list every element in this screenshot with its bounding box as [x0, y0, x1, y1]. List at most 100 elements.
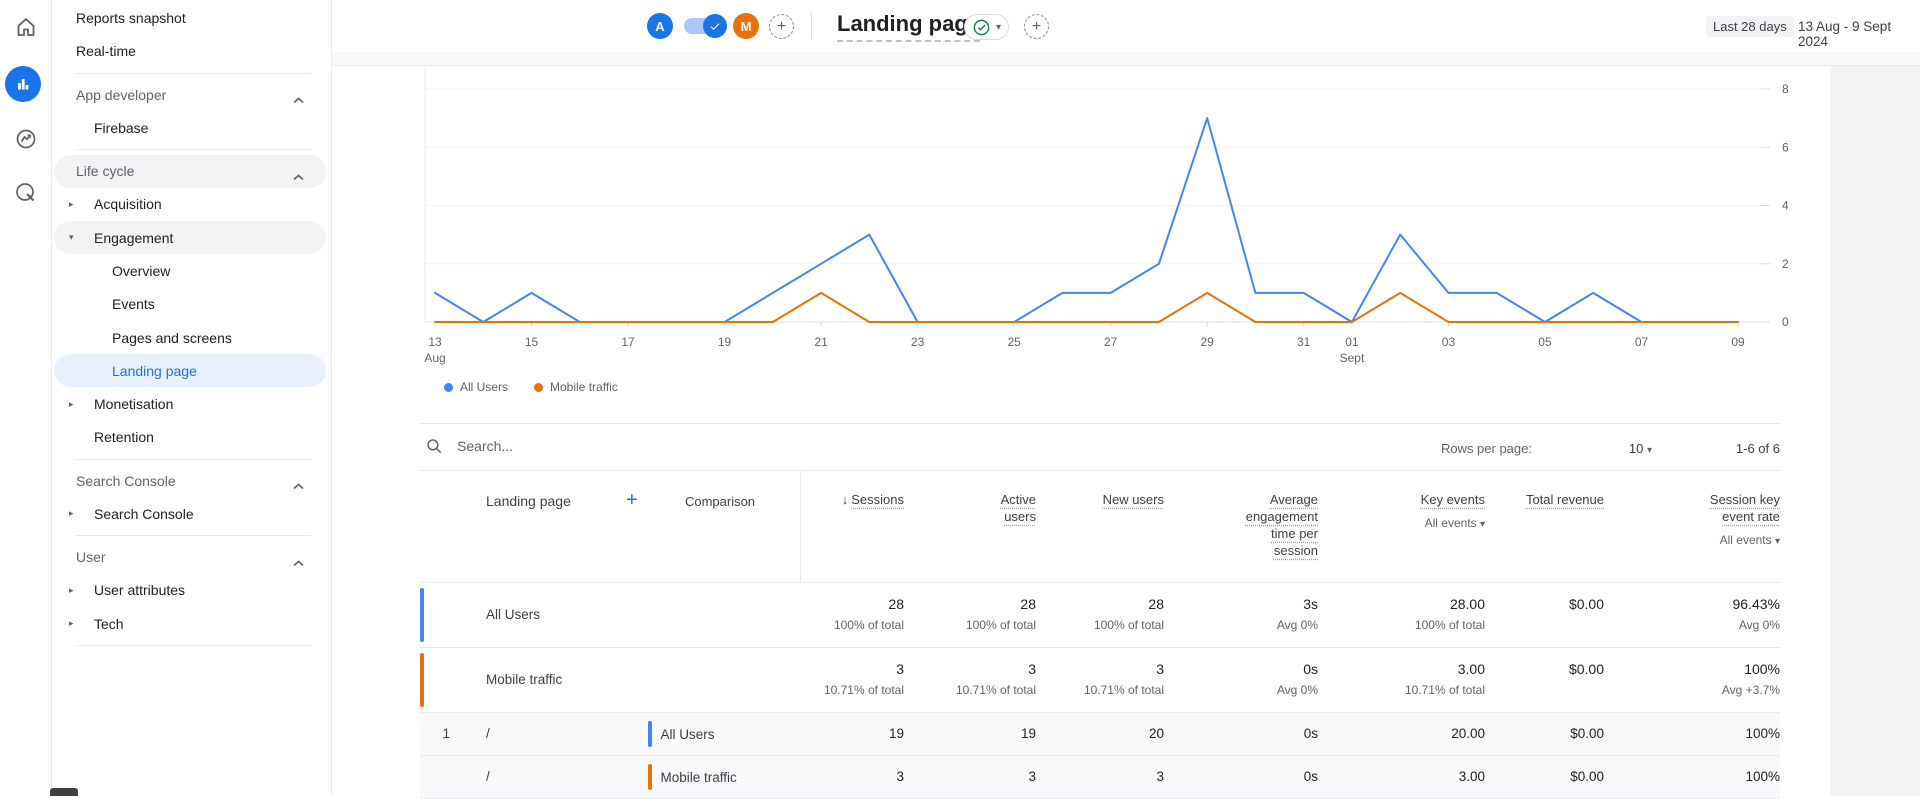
add-comparison-button[interactable]: +: [769, 14, 794, 39]
comparison-color-bar: [420, 588, 424, 642]
pagination-status: 1-6 of 6: [1736, 441, 1780, 456]
landing-page-value[interactable]: /: [486, 769, 490, 784]
metric-value-cell: 20: [1004, 726, 1164, 741]
metric-value-cell: $0.00: [1444, 661, 1604, 677]
sidebar-item-events[interactable]: Events: [54, 288, 326, 321]
sidebar-item-overview[interactable]: Overview: [54, 254, 326, 287]
sidebar-item-tech[interactable]: ▸ Tech: [54, 607, 326, 640]
search-input[interactable]: Search...: [425, 437, 513, 455]
metric-header-label: Session key event rate: [1696, 491, 1780, 525]
topbar: A M + Landing page ▾ + Last 28 days 13 A…: [332, 0, 1920, 52]
metric-value-cell: 0sAvg 0%: [1158, 661, 1318, 697]
metric-value-cell: $0.00: [1444, 726, 1604, 741]
sidebar-section-life-cycle[interactable]: Life cycle: [54, 155, 326, 188]
home-icon[interactable]: [4, 5, 48, 49]
metric-primary-value: 100%: [1620, 661, 1780, 677]
events-filter-dropdown[interactable]: All events ▾: [1610, 532, 1780, 550]
sidebar-divider: [76, 645, 311, 646]
sidebar-item-monetisation[interactable]: ▸Monetisation: [54, 388, 326, 421]
sidebar-item-label: User: [76, 549, 106, 565]
metric-value-cell: 96.43%Avg 0%: [1620, 596, 1780, 632]
add-report-button[interactable]: +: [1024, 14, 1049, 39]
metric-value-cell: 3sAvg 0%: [1158, 596, 1318, 632]
sidebar-section-user[interactable]: User: [54, 541, 326, 574]
metric-value-cell: $0.00: [1444, 769, 1604, 784]
x-tick-label: 03: [1442, 335, 1456, 349]
sidebar-section-app-developer[interactable]: App developer: [54, 78, 326, 111]
table-toolbar: Search... Rows per page: 10 ▾ 1-6 of 6: [420, 423, 1780, 471]
date-range[interactable]: 13 Aug - 9 Sept 2024: [1798, 19, 1920, 49]
sidebar-item-label: App developer: [76, 87, 166, 103]
x-tick-label: 25: [1007, 335, 1021, 349]
metric-header-session-key-event-rate[interactable]: Session key event rate All events ▾: [1610, 491, 1780, 550]
metric-header-total-revenue[interactable]: Total revenue: [1434, 491, 1604, 508]
events-filter-dropdown[interactable]: All events ▾: [1315, 515, 1485, 533]
sidebar-section-search-console[interactable]: Search Console: [54, 464, 326, 497]
avatar-a[interactable]: A: [647, 13, 673, 39]
explore-icon[interactable]: [4, 117, 48, 161]
sidebar-item-label: Acquisition: [94, 196, 162, 212]
sidebar-item-pages-and-screens[interactable]: Pages and screens: [54, 321, 326, 354]
row-number: 1: [420, 726, 450, 741]
sidebar-item-search-console[interactable]: ▸Search Console: [54, 497, 326, 530]
metric-secondary-value: 10.71% of total: [1325, 683, 1485, 697]
x-tick-label: 01: [1345, 335, 1359, 349]
date-preset[interactable]: Last 28 days: [1706, 16, 1794, 37]
chevron-up-icon[interactable]: [293, 91, 304, 107]
metric-primary-value: $0.00: [1444, 661, 1604, 677]
landing-page-value[interactable]: /: [486, 726, 490, 741]
metric-secondary-value: 10.71% of total: [1004, 683, 1164, 697]
expand-arrow-icon[interactable]: ▸: [69, 508, 74, 519]
comparison-toggle[interactable]: [684, 18, 724, 34]
advertising-icon[interactable]: [4, 171, 48, 215]
metric-value-cell: 0s: [1158, 726, 1318, 741]
expand-arrow-icon[interactable]: ▸: [69, 585, 74, 596]
reports-icon[interactable]: [5, 66, 41, 102]
comparison-color-bar: [648, 721, 652, 747]
metric-header-new-users[interactable]: New users: [994, 491, 1164, 508]
dimension-header[interactable]: Landing page: [486, 493, 571, 509]
metric-value-cell: 100%Avg +3.7%: [1620, 661, 1780, 697]
chevron-up-icon[interactable]: [293, 554, 304, 570]
collapse-arrow-icon[interactable]: ▾: [69, 232, 74, 243]
chevron-up-icon[interactable]: [293, 168, 304, 184]
series-line-mobile-traffic[interactable]: [435, 293, 1738, 322]
sidebar-item-label: Tech: [94, 616, 124, 632]
series-line-all-users[interactable]: [435, 118, 1738, 322]
chevron-up-icon[interactable]: [293, 477, 304, 493]
metric-value-cell: 100%: [1620, 726, 1780, 741]
expand-arrow-icon[interactable]: ▸: [69, 199, 74, 210]
sidebar-item-reports-snapshot[interactable]: Reports snapshot: [54, 2, 326, 35]
y-tick-label: 8: [1782, 82, 1789, 96]
sidebar-item-label: Engagement: [94, 230, 173, 246]
x-tick-label: 09: [1731, 335, 1745, 349]
summary-row-all-users[interactable]: All Users28100% of total28100% of total2…: [420, 583, 1780, 648]
metric-primary-value: 28: [1004, 596, 1164, 612]
legend-label: Mobile traffic: [550, 380, 618, 394]
table-row[interactable]: /Mobile traffic3330s3.00$0.00100%: [420, 756, 1780, 799]
expand-arrow-icon[interactable]: ▸: [69, 399, 74, 410]
x-tick-label: 29: [1200, 335, 1214, 349]
sidebar-item-real-time[interactable]: Real-time: [54, 35, 326, 68]
metric-header-average-engagement-time-per-session[interactable]: Average engagement time per session: [1148, 491, 1318, 559]
sidebar-item-acquisition[interactable]: ▸ Acquisition: [54, 188, 326, 221]
sort-descending-icon[interactable]: ↓: [842, 492, 849, 507]
page-title[interactable]: Landing page: [837, 11, 980, 42]
rows-per-page-select[interactable]: 10 ▾: [1629, 441, 1652, 456]
avatar-m[interactable]: M: [733, 13, 759, 39]
comparison-color-bar: [648, 764, 652, 790]
legend-item-mobile-traffic[interactable]: Mobile traffic: [534, 380, 618, 394]
report-status-badge[interactable]: ▾: [964, 14, 1009, 40]
table-row[interactable]: 1/All Users1919200s20.00$0.00100%: [420, 713, 1780, 756]
sidebar-item-engagement[interactable]: ▾ Engagement: [54, 221, 326, 254]
sidebar-item-user-attributes[interactable]: ▸User attributes: [54, 574, 326, 607]
legend-item-all-users[interactable]: All Users: [444, 380, 508, 394]
chevron-down-icon: ▾: [1647, 445, 1652, 456]
expand-arrow-icon[interactable]: ▸: [69, 618, 74, 629]
sidebar-item-retention[interactable]: Retention: [54, 421, 326, 454]
summary-row-mobile-traffic[interactable]: Mobile traffic310.71% of total310.71% of…: [420, 648, 1780, 713]
rows-per-page-label: Rows per page:: [1441, 441, 1532, 456]
sidebar-item-landing-page[interactable]: Landing page: [54, 354, 326, 387]
sidebar-item-firebase[interactable]: Firebase: [54, 111, 326, 144]
add-dimension-button[interactable]: +: [626, 489, 638, 512]
